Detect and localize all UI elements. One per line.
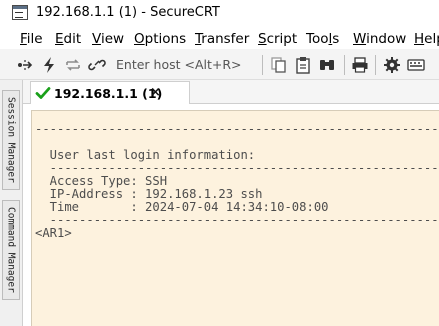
toolbar-separator (344, 55, 345, 75)
menu-file[interactable]: File (20, 31, 43, 47)
settings-icon[interactable] (383, 56, 401, 74)
paste-icon[interactable] (294, 56, 312, 74)
session-tab-strip: 192.168.1.1 (1) × (23, 80, 439, 105)
reconnect-icon[interactable] (64, 56, 82, 74)
print-icon[interactable] (351, 56, 369, 74)
menu-transfer[interactable]: Transfer (195, 31, 249, 47)
disconnect-icon[interactable] (88, 56, 106, 74)
session-tab-label: 192.168.1.1 (1) (54, 86, 163, 101)
session-tab[interactable]: 192.168.1.1 (1) × (30, 81, 190, 105)
menu-options[interactable]: Options (134, 31, 186, 47)
connect-icon[interactable] (16, 56, 34, 74)
enter-host-input[interactable] (112, 55, 265, 73)
terminal-line: ----------------------------------------… (35, 122, 439, 136)
keymap-icon[interactable] (407, 56, 425, 74)
toolbar-separator (262, 55, 263, 75)
session-manager-tab[interactable]: Session Manager (2, 90, 20, 190)
copy-icon[interactable] (270, 56, 288, 74)
menu-help[interactable]: Help (414, 31, 439, 47)
title-bar: 192.168.1.1 (1) - SecureCRT (0, 0, 439, 27)
menu-edit[interactable]: Edit (55, 31, 81, 47)
menu-view[interactable]: View (92, 31, 124, 47)
toolbar-separator (375, 55, 376, 75)
terminal-prompt: <AR1> (35, 226, 72, 240)
menu-bar: File Edit View Options Transfer Script T… (0, 27, 439, 49)
terminal-line: ----------------------------------------… (49, 213, 439, 227)
quick-connect-icon[interactable] (40, 56, 58, 74)
terminal-frame: ----------------------------------------… (23, 104, 439, 326)
menu-window[interactable]: Window (353, 31, 406, 47)
securecrt-app-icon (12, 5, 28, 20)
find-icon[interactable] (318, 56, 336, 74)
terminal-output[interactable]: ----------------------------------------… (31, 110, 439, 326)
menu-tools[interactable]: Tools (306, 31, 339, 47)
side-panel: Session Manager Command Manager (0, 80, 23, 326)
menu-script[interactable]: Script (258, 31, 297, 47)
connected-check-icon (35, 85, 51, 101)
close-tab-icon[interactable]: × (150, 85, 161, 100)
command-manager-tab[interactable]: Command Manager (2, 200, 20, 300)
window-title: 192.168.1.1 (1) - SecureCRT (36, 5, 220, 20)
toolbar (0, 49, 439, 80)
